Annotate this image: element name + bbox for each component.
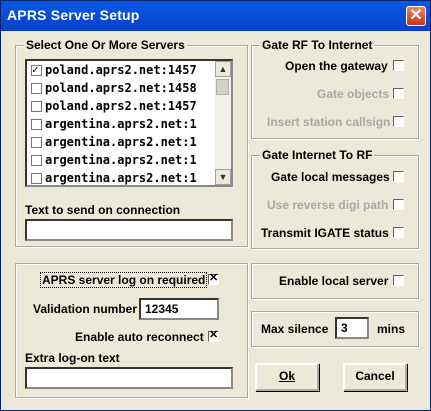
- max-silence-input[interactable]: 3: [335, 317, 369, 339]
- close-button[interactable]: ✕: [406, 6, 426, 26]
- insert-callsign-label: Insert station callsign: [267, 115, 391, 129]
- server-list-scrollbar[interactable]: ▲ ▼: [215, 61, 231, 185]
- window-title: APRS Server Setup: [7, 7, 140, 23]
- cancel-button-label: Cancel: [355, 369, 395, 383]
- cancel-button[interactable]: Cancel: [343, 363, 407, 391]
- list-item[interactable]: argentina.aprs2.net:1: [29, 134, 219, 152]
- logon-required-label: APRS server log on required: [39, 272, 208, 288]
- rf-to-internet-legend: Gate RF To Internet: [260, 38, 375, 52]
- validation-input[interactable]: 12345: [139, 298, 219, 320]
- server-label: argentina.aprs2.net:1: [45, 135, 197, 149]
- list-item[interactable]: poland.aprs2.net:1457: [29, 62, 219, 80]
- server-checkbox[interactable]: [31, 119, 42, 130]
- close-icon: ✕: [409, 7, 423, 24]
- ok-button[interactable]: Ok: [255, 363, 319, 391]
- auto-reconnect-checkbox[interactable]: [208, 328, 219, 342]
- server-checkbox[interactable]: [31, 101, 42, 112]
- server-label: poland.aprs2.net:1457: [45, 99, 197, 113]
- server-label: poland.aprs2.net:1458: [45, 81, 197, 95]
- max-silence-label: Max silence: [261, 322, 329, 336]
- internet-to-rf-legend: Gate Internet To RF: [260, 148, 375, 162]
- gate-local-label: Gate local messages: [271, 170, 390, 184]
- logon-required-checkbox[interactable]: [208, 271, 219, 285]
- reverse-digi-label: Use reverse digi path: [267, 198, 389, 212]
- servers-legend: Select One Or More Servers: [24, 38, 187, 52]
- server-listbox[interactable]: poland.aprs2.net:1457 poland.aprs2.net:1…: [25, 59, 233, 187]
- gate-local-checkbox[interactable]: [393, 171, 404, 182]
- connect-text-label: Text to send on connection: [25, 203, 181, 217]
- validation-label: Validation number: [33, 302, 138, 316]
- transmit-igate-checkbox[interactable]: [393, 227, 404, 238]
- server-checkbox[interactable]: [31, 137, 42, 148]
- insert-callsign-checkbox[interactable]: [393, 116, 404, 127]
- list-item[interactable]: poland.aprs2.net:1457: [29, 98, 219, 116]
- server-label: argentina.aprs2.net:1: [45, 171, 197, 185]
- open-gateway-checkbox[interactable]: [393, 60, 404, 71]
- list-item[interactable]: argentina.aprs2.net:1: [29, 170, 219, 185]
- list-item[interactable]: argentina.aprs2.net:1: [29, 116, 219, 134]
- open-gateway-label: Open the gateway: [285, 59, 388, 73]
- gate-objects-checkbox[interactable]: [393, 88, 404, 99]
- auto-reconnect-label: Enable auto reconnect: [75, 330, 204, 344]
- list-item[interactable]: poland.aprs2.net:1458: [29, 80, 219, 98]
- server-checkbox[interactable]: [31, 155, 42, 166]
- ok-button-label: Ok: [278, 369, 295, 383]
- title-bar[interactable]: APRS Server Setup ✕: [1, 1, 430, 31]
- server-label: poland.aprs2.net:1457: [45, 63, 197, 77]
- connect-text-input[interactable]: [25, 219, 233, 241]
- scroll-thumb[interactable]: [216, 79, 229, 95]
- local-server-label: Enable local server: [279, 274, 389, 288]
- gate-objects-label: Gate objects: [317, 87, 390, 101]
- server-label: argentina.aprs2.net:1: [45, 117, 197, 131]
- dialog-window: APRS Server Setup ✕ Select One Or More S…: [0, 0, 431, 411]
- scroll-down-icon[interactable]: ▼: [215, 169, 231, 185]
- server-checkbox[interactable]: [31, 63, 42, 76]
- server-checkbox[interactable]: [31, 173, 42, 184]
- scroll-up-icon[interactable]: ▲: [215, 61, 231, 77]
- server-label: argentina.aprs2.net:1: [45, 153, 197, 167]
- reverse-digi-checkbox[interactable]: [393, 199, 404, 210]
- transmit-igate-label: Transmit IGATE status: [261, 226, 389, 240]
- server-checkbox[interactable]: [31, 83, 42, 94]
- local-server-checkbox[interactable]: [393, 275, 404, 286]
- list-item[interactable]: argentina.aprs2.net:1: [29, 152, 219, 170]
- max-silence-unit: mins: [377, 322, 406, 336]
- extra-logon-input[interactable]: [25, 367, 233, 389]
- extra-logon-label: Extra log-on text: [25, 351, 120, 365]
